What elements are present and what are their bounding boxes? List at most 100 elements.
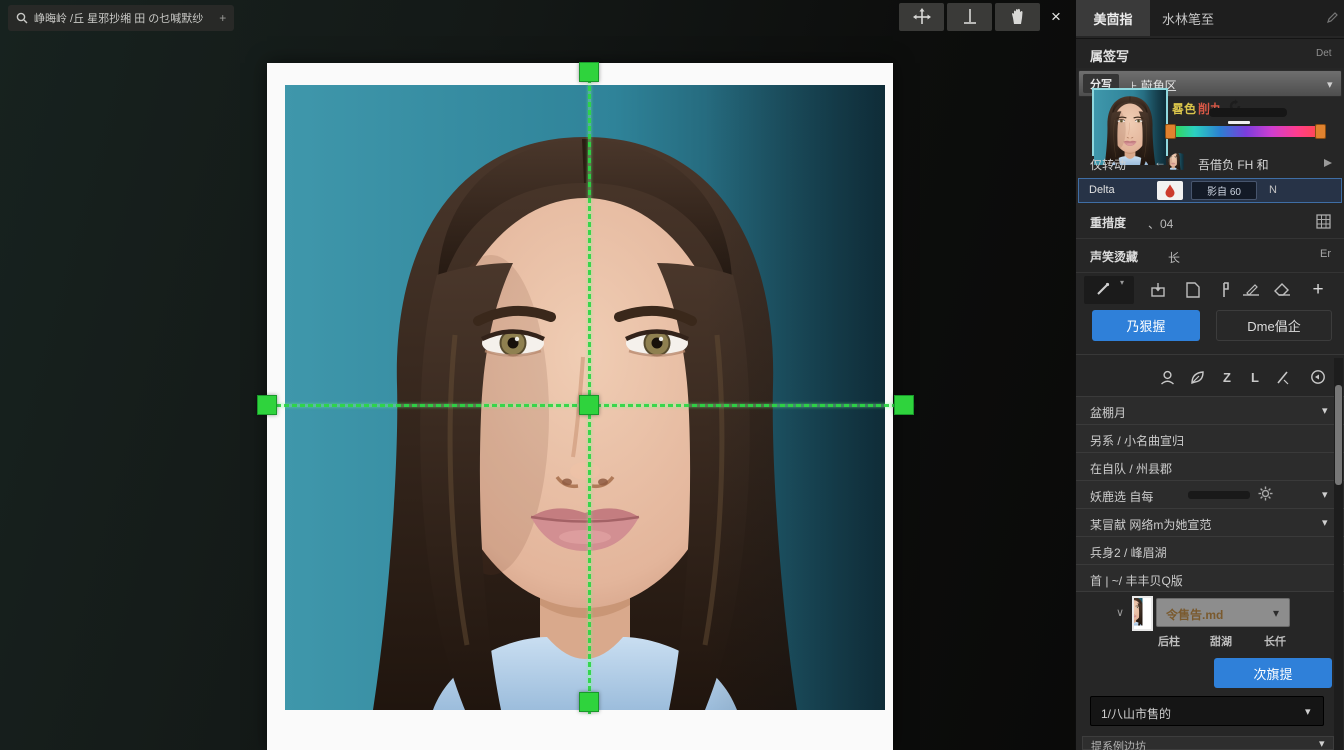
chevron-down-icon: ▾: [1120, 278, 1124, 287]
hand-tool-button[interactable]: [995, 3, 1040, 31]
list-row[interactable]: 首 | ~/ 丰丰贝Q版: [1076, 564, 1344, 592]
section-title: 属签写: [1090, 46, 1129, 65]
file-meta-label[interactable]: 后柱: [1158, 633, 1180, 649]
density-label: 重措度: [1090, 214, 1126, 231]
panel-divider: [1076, 354, 1344, 355]
guide-handle-right[interactable]: [894, 395, 914, 415]
leaf-icon[interactable]: [1186, 366, 1208, 388]
list-row[interactable]: 在自队 / 州县郡: [1076, 452, 1344, 480]
hue-handle-right[interactable]: [1315, 124, 1326, 139]
app-window: 峥晦岭 /丘 星邪抄缃 田 の乜喊默纱 +: [0, 0, 1344, 750]
guide-handle-left[interactable]: [257, 395, 277, 415]
canvas-area[interactable]: 峥晦岭 /丘 星邪抄缃 田 の乜喊默纱 +: [0, 0, 1075, 750]
history-icon[interactable]: [1307, 366, 1329, 388]
file-meta-label[interactable]: 长仟: [1264, 633, 1286, 649]
rotate-row: 仅转动 ← 吾借负 FH 和: [1076, 152, 1344, 176]
guide-handle-top[interactable]: [579, 62, 599, 82]
secondary-action-button[interactable]: Dme倡企: [1216, 310, 1332, 341]
panel-scrollbar[interactable]: [1334, 358, 1343, 750]
apply-button[interactable]: 次旗提: [1214, 658, 1332, 688]
color-swatch-chip[interactable]: [1157, 181, 1183, 200]
zoom-toolbar-label: 峥晦岭 /丘 星邪抄缃 田 の乜喊默纱: [34, 10, 203, 26]
close-icon[interactable]: ×: [1043, 3, 1069, 31]
zoom-toolbar[interactable]: 峥晦岭 /丘 星邪抄缃 田 の乜喊默纱 +: [8, 5, 234, 31]
scrollbar-thumb[interactable]: [1335, 385, 1342, 485]
delta-suffix: N: [1269, 184, 1277, 196]
chevron-down-icon: ▾: [1322, 488, 1328, 501]
hue-gradient-slider[interactable]: [1169, 126, 1323, 137]
file-thumbnail: [1132, 596, 1153, 631]
density-value: 、04: [1148, 215, 1173, 232]
list-row[interactable]: 某冒献 网络m为她宣范 ▾: [1076, 508, 1344, 536]
search-icon: [16, 12, 28, 24]
gear-icon[interactable]: [1258, 486, 1273, 501]
tone-slider-track[interactable]: [1209, 108, 1287, 117]
guide-handle-bottom[interactable]: [579, 692, 599, 712]
chevron-down-icon: ▾: [1322, 516, 1328, 529]
hue-handle-left[interactable]: [1165, 124, 1176, 139]
eraser-icon: [1274, 283, 1291, 297]
list-row-label: 另系 / 小名曲宣归: [1090, 432, 1184, 449]
row-mini-slider[interactable]: [1188, 491, 1250, 499]
list-row[interactable]: 另系 / 小名曲宣归: [1076, 424, 1344, 452]
strike-icon[interactable]: [1271, 366, 1293, 388]
pen-tool-button[interactable]: [1241, 280, 1261, 300]
primary-action-button[interactable]: 乃狠握: [1092, 310, 1200, 341]
pen-line-icon: [1242, 283, 1260, 297]
grid-icon[interactable]: [1316, 214, 1331, 229]
text-tool-button[interactable]: [1213, 280, 1233, 300]
avatar: [1168, 153, 1189, 174]
bottom-dropdown[interactable]: 1/八山市售的 ▾: [1090, 696, 1324, 726]
reference-thumbnail[interactable]: [1092, 88, 1168, 156]
file-select-value: 令售告.md: [1166, 606, 1223, 623]
zoom-toolbar-expand[interactable]: +: [219, 11, 226, 25]
tab-secondary[interactable]: 水林笔至: [1162, 0, 1214, 36]
new-file-tool-button[interactable]: [1183, 280, 1203, 300]
edit-tool-bar: ▾: [1076, 274, 1344, 306]
flip-tool-button[interactable]: [947, 3, 992, 31]
delta-selected-row[interactable]: Delta 影自 60 N: [1078, 178, 1342, 203]
add-tool-button[interactable]: +: [1308, 280, 1328, 300]
layer-tool-row: Z L: [1076, 362, 1334, 392]
panel-tabbar: 美茴指 水林笔至: [1076, 0, 1344, 36]
l-tool-icon[interactable]: L: [1244, 366, 1266, 388]
partial-row[interactable]: 提系例边坊 ▾: [1082, 736, 1334, 750]
list-row[interactable]: 妖鹿选 自每 ▾: [1076, 480, 1344, 508]
import-box-icon: [1150, 282, 1166, 298]
active-tool-button[interactable]: ▾: [1084, 276, 1134, 304]
chevron-down-icon: ▾: [1322, 404, 1328, 417]
arrow-right-icon[interactable]: [1323, 158, 1333, 168]
density-row[interactable]: 重措度 、04: [1076, 206, 1344, 239]
chevron-down-icon: ▾: [1319, 737, 1325, 750]
file-meta-label[interactable]: 甜湖: [1210, 633, 1232, 649]
collapse-caret-icon[interactable]: ∨: [1116, 606, 1124, 619]
file-select-dropdown[interactable]: 令售告.md ▾: [1156, 598, 1290, 627]
vertical-guide-line[interactable]: [588, 70, 591, 714]
reference-thumbnail-image: [1094, 90, 1166, 154]
list-row-label: 某冒献 网络m为她宣范: [1090, 516, 1211, 533]
paragraph-icon: [1217, 282, 1229, 298]
section-header-meta: Det: [1316, 48, 1332, 59]
list-row[interactable]: 盆棚月 ▾: [1076, 396, 1344, 424]
tone-slider-mark: [1228, 121, 1250, 124]
z-tool-icon[interactable]: Z: [1216, 366, 1238, 388]
canvas-tool-group: ×: [899, 3, 1069, 31]
tab-properties[interactable]: 美茴指: [1076, 0, 1150, 36]
brush-icon: [1096, 282, 1110, 296]
file-icon: [1186, 282, 1200, 298]
import-tool-button[interactable]: [1148, 280, 1168, 300]
section-header: 属签写 Det: [1076, 38, 1344, 68]
hide-row[interactable]: 声笑烫藏 长 Er: [1076, 240, 1344, 273]
guide-handle-center[interactable]: [579, 395, 599, 415]
delta-value-chip[interactable]: 影自 60: [1191, 181, 1257, 200]
chevron-down-icon: ▾: [1305, 705, 1311, 718]
rotate-value: 吾借负 FH 和: [1198, 156, 1269, 173]
move-icon: [912, 7, 932, 27]
face-icon[interactable]: [1156, 366, 1178, 388]
pencil-icon[interactable]: [1326, 11, 1339, 24]
list-row-label: 兵身2 / 峰眉湖: [1090, 544, 1167, 561]
eraser-tool-button[interactable]: [1272, 280, 1292, 300]
list-row[interactable]: 兵身2 / 峰眉湖: [1076, 536, 1344, 564]
rotate-label: 仅转动: [1090, 156, 1126, 173]
move-tool-button[interactable]: [899, 3, 944, 31]
